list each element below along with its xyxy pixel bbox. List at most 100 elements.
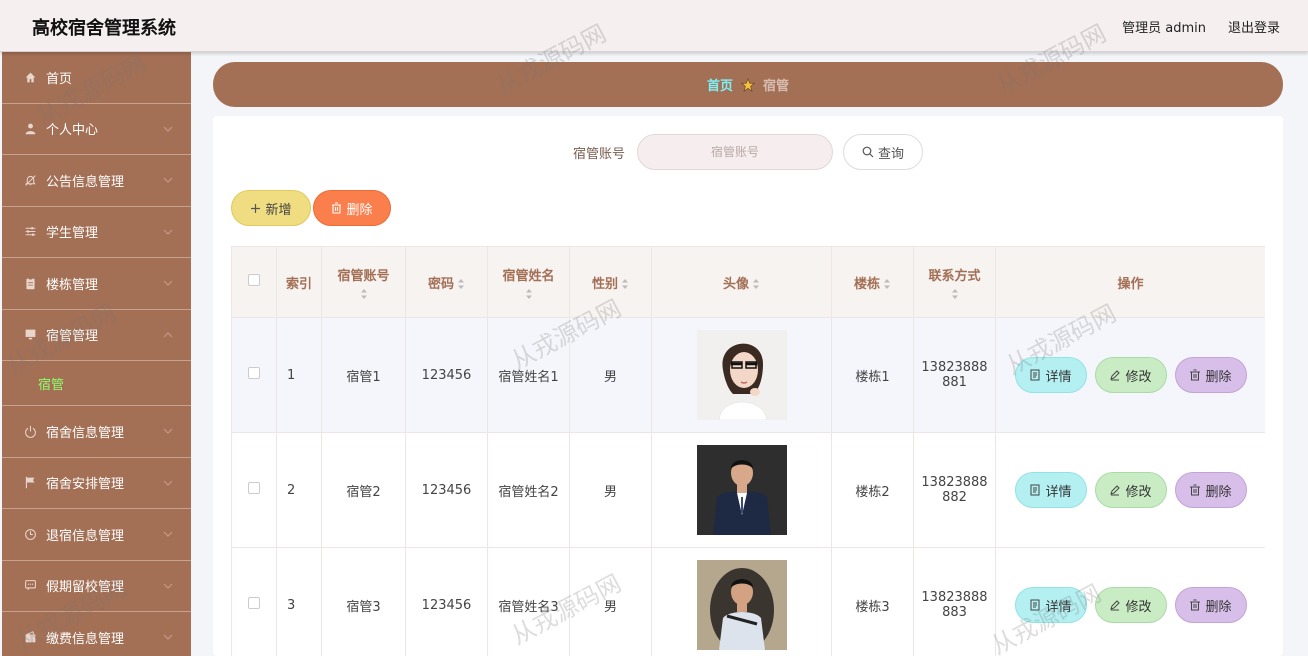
sidebar-item-buildings[interactable]: 楼栋管理 <box>2 258 191 310</box>
sidebar-item-holiday-stay[interactable]: 假期留校管理 <box>2 561 191 612</box>
row-checkbox[interactable] <box>248 597 260 609</box>
detail-button[interactable]: 详情 <box>1014 357 1087 393</box>
sort-icon[interactable] <box>457 278 465 290</box>
sidebar-item-label: 学生管理 <box>46 226 99 242</box>
edit-button[interactable]: 修改 <box>1094 357 1167 393</box>
chevron-down-icon <box>163 177 173 183</box>
delete-button[interactable]: 删除 <box>1174 472 1247 508</box>
avatar-image[interactable] <box>696 445 787 535</box>
sidebar-item-checkout[interactable]: 退宿信息管理 <box>2 509 191 561</box>
trash-icon <box>1190 484 1201 496</box>
sidebar-item-home[interactable]: 首页 <box>2 52 191 104</box>
chevron-down-icon <box>163 280 173 286</box>
cell-ops: 详情 修改 删除 <box>995 547 1265 656</box>
cell-ops: 详情 修改 删除 <box>995 317 1265 433</box>
edit-button[interactable]: 修改 <box>1094 587 1167 623</box>
sidebar-subitem-dorm-manager[interactable]: 宿管 <box>2 361 191 406</box>
sort-icon[interactable] <box>360 288 368 300</box>
sort-icon[interactable] <box>621 278 629 290</box>
header-label: 宿管账号 <box>337 268 390 284</box>
search-input[interactable] <box>637 134 833 170</box>
wallet-icon <box>22 629 38 645</box>
table-row: 3 宿管3 123456 宿管姓名3 男 楼栋3 13823888 883 详情… <box>231 547 1265 656</box>
row-actions: 详情 修改 删除 <box>996 357 1265 393</box>
add-button[interactable]: 新增 <box>231 190 311 226</box>
sidebar-item-label: 宿舍信息管理 <box>46 425 125 441</box>
header-label: 性别 <box>591 276 618 292</box>
header-phone[interactable]: 联系方式 <box>913 246 996 318</box>
plus-icon <box>251 203 261 213</box>
select-all-checkbox[interactable] <box>248 274 260 286</box>
query-button[interactable]: 查询 <box>843 134 923 170</box>
header-account[interactable]: 宿管账号 <box>321 246 406 318</box>
sidebar-item-label: 公告信息管理 <box>46 174 125 190</box>
user-label[interactable]: 管理员 admin <box>1122 17 1206 36</box>
header-avatar[interactable]: 头像 <box>651 246 832 318</box>
top-bar: 高校宿舍管理系统 管理员 admin 退出登录 <box>0 0 1308 52</box>
detail-button-label: 详情 <box>1045 599 1072 615</box>
sort-icon[interactable] <box>883 278 891 290</box>
cell-gender: 男 <box>569 432 652 548</box>
row-checkbox[interactable] <box>248 367 260 379</box>
search-bar: 宿管账号 查询 <box>213 134 1283 170</box>
search-label: 宿管账号 <box>572 146 625 162</box>
row-actions: 详情 修改 删除 <box>996 587 1265 623</box>
header-gender[interactable]: 性别 <box>569 246 652 318</box>
detail-button[interactable]: 详情 <box>1014 472 1087 508</box>
cell-avatar <box>651 432 832 548</box>
document-icon <box>1030 599 1040 611</box>
sidebar-item-students[interactable]: 学生管理 <box>2 207 191 258</box>
cell-gender: 男 <box>569 547 652 656</box>
monitor-icon <box>22 327 38 343</box>
detail-button-label: 详情 <box>1045 484 1072 500</box>
avatar-image[interactable] <box>696 330 787 420</box>
pencil-icon <box>1110 370 1121 381</box>
sidebar-item-dorm-arrangement[interactable]: 宿舍安排管理 <box>2 458 191 509</box>
sidebar-item-personal-center[interactable]: 个人中心 <box>2 104 191 155</box>
logout-link[interactable]: 退出登录 <box>1228 17 1280 36</box>
power-icon <box>22 423 38 439</box>
header-building[interactable]: 楼栋 <box>831 246 914 318</box>
chevron-up-icon <box>163 331 173 337</box>
sidebar-subitem-label: 宿管 <box>38 377 65 393</box>
row-select-cell <box>231 432 277 548</box>
table-header-row: 索引 宿管账号 密码 宿管姓名 性别 头像 楼栋 联系方式 操作 <box>231 246 1265 318</box>
detail-button[interactable]: 详情 <box>1014 587 1087 623</box>
cell-account: 宿管1 <box>321 317 406 433</box>
row-checkbox[interactable] <box>248 482 260 494</box>
delete-button[interactable]: 删除 <box>1174 587 1247 623</box>
sidebar-item-notice[interactable]: 公告信息管理 <box>2 155 191 207</box>
sidebar-item-label: 个人中心 <box>46 123 99 139</box>
top-right-menu: 管理员 admin 退出登录 <box>1122 17 1280 36</box>
sidebar-item-label: 宿管管理 <box>46 329 99 345</box>
batch-delete-button[interactable]: 删除 <box>313 190 391 226</box>
cell-avatar <box>651 547 832 656</box>
document-icon <box>1030 484 1040 496</box>
row-select-cell <box>231 317 277 433</box>
chevron-down-icon <box>163 480 173 486</box>
sidebar-item-dorm-managers[interactable]: 宿管管理 <box>2 310 191 361</box>
sidebar-item-label: 假期留校管理 <box>46 580 125 596</box>
row-select-cell <box>231 547 277 656</box>
header-name[interactable]: 宿管姓名 <box>487 246 570 318</box>
avatar-image[interactable] <box>696 560 787 650</box>
header-label: 头像 <box>722 276 749 292</box>
cell-index: 1 <box>276 317 322 433</box>
sort-icon[interactable] <box>752 278 760 290</box>
breadcrumb-home[interactable]: 首页 <box>707 75 733 94</box>
edit-button[interactable]: 修改 <box>1094 472 1167 508</box>
sort-icon[interactable] <box>525 288 533 300</box>
table-row: 1 宿管1 123456 宿管姓名1 男 楼栋1 13823888 881 详情… <box>231 317 1265 433</box>
sidebar-item-dorm-info[interactable]: 宿舍信息管理 <box>2 406 191 458</box>
header-password[interactable]: 密码 <box>405 246 488 318</box>
sidebar-item-payments[interactable]: 缴费信息管理 <box>2 612 191 656</box>
chevron-down-icon <box>163 428 173 434</box>
sidebar-item-label: 楼栋管理 <box>46 277 99 293</box>
delete-button[interactable]: 删除 <box>1174 357 1247 393</box>
edit-button-label: 修改 <box>1125 369 1152 385</box>
main-content: 首页 宿管 宿管账号 查询 新增 删除 <box>191 52 1308 656</box>
cell-password: 123456 <box>405 317 488 433</box>
cell-index: 2 <box>276 432 322 548</box>
query-button-label: 查询 <box>877 146 904 162</box>
sort-icon[interactable] <box>951 288 959 300</box>
